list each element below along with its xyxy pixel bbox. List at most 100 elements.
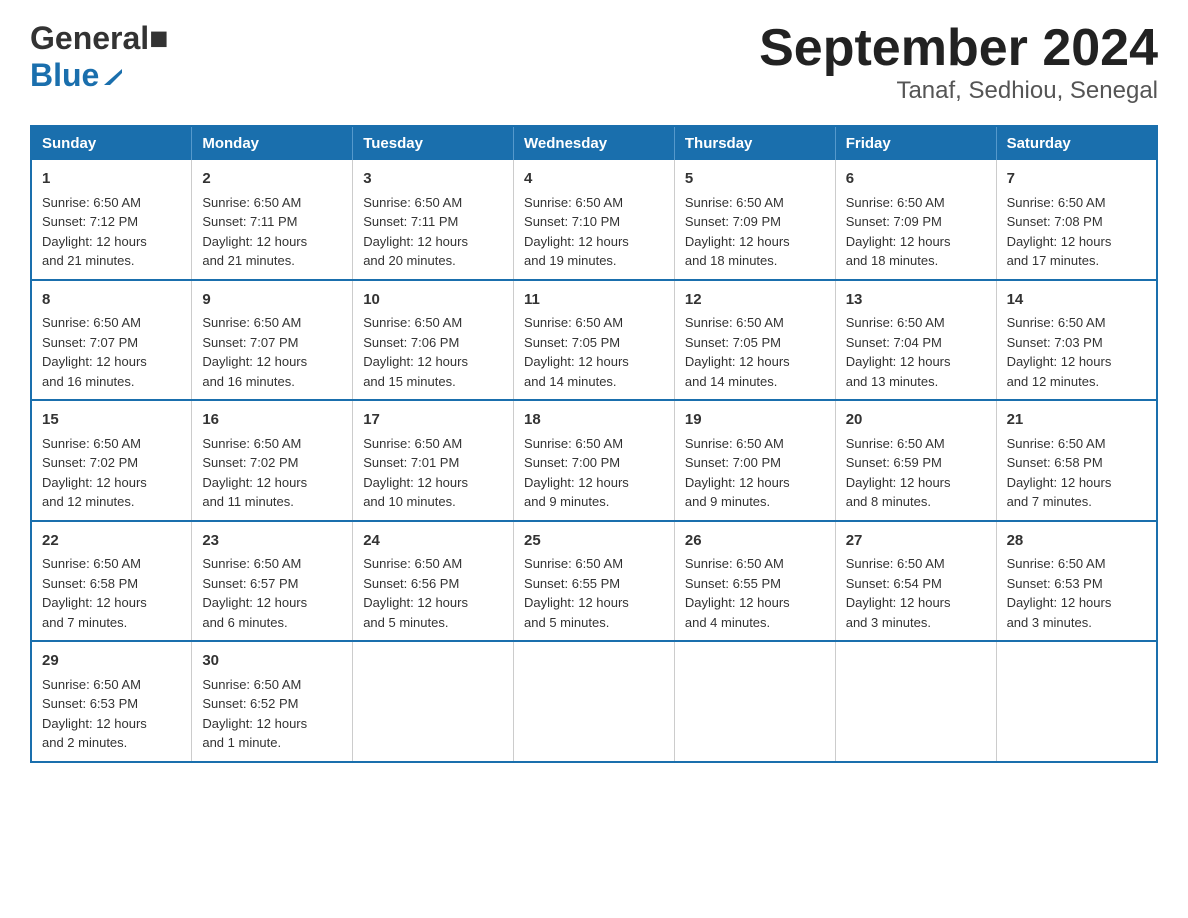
sunset-label: Sunset: 6:56 PM bbox=[363, 576, 459, 591]
sunrise-label: Sunrise: 6:50 AM bbox=[202, 315, 301, 330]
sunrise-label: Sunrise: 6:50 AM bbox=[524, 195, 623, 210]
daylight-label: Daylight: 12 hoursand 3 minutes. bbox=[846, 595, 951, 630]
daylight-label: Daylight: 12 hoursand 14 minutes. bbox=[685, 354, 790, 389]
day-number: 17 bbox=[363, 409, 503, 432]
day-number: 16 bbox=[202, 409, 342, 432]
sunset-label: Sunset: 7:05 PM bbox=[685, 335, 781, 350]
sunset-label: Sunset: 7:10 PM bbox=[524, 214, 620, 229]
sunrise-label: Sunrise: 6:50 AM bbox=[363, 556, 462, 571]
page-header: General■ Blue September 2024 Tanaf, Sedh… bbox=[30, 20, 1158, 105]
daylight-label: Daylight: 12 hoursand 5 minutes. bbox=[524, 595, 629, 630]
day-number: 11 bbox=[524, 289, 664, 312]
calendar-week-row: 8 Sunrise: 6:50 AM Sunset: 7:07 PM Daylight… bbox=[31, 280, 1157, 401]
calendar-cell: 19Sunrise: 6:50 AMSunset: 7:00 PMDayligh… bbox=[674, 400, 835, 521]
sunrise-label: Sunrise: 6:50 AM bbox=[42, 436, 141, 451]
col-header-wednesday: Wednesday bbox=[514, 126, 675, 160]
col-header-saturday: Saturday bbox=[996, 126, 1157, 160]
daylight-label: Daylight: 12 hoursand 9 minutes. bbox=[524, 475, 629, 510]
day-number: 4 bbox=[524, 168, 664, 191]
sunrise-label: Sunrise: 6:50 AM bbox=[846, 436, 945, 451]
sunrise-label: Sunrise: 6:50 AM bbox=[363, 436, 462, 451]
calendar-cell: 8Sunrise: 6:50 AMSunset: 7:07 PMDaylight… bbox=[31, 280, 192, 401]
calendar-cell: 16 Sunrise: 6:50 AM Sunset: 7:02 PM Dayligh… bbox=[192, 400, 353, 521]
day-number: 14 bbox=[1007, 289, 1146, 312]
sunrise-label: Sunrise: 6:50 AM bbox=[42, 556, 141, 571]
calendar-cell: 25Sunrise: 6:50 AMSunset: 6:55 PMDayligh… bbox=[514, 521, 675, 642]
day-number: 26 bbox=[685, 530, 825, 553]
daylight-label: Daylight: 12 hoursand 14 minutes. bbox=[524, 354, 629, 389]
sunrise-label: Sunrise: 6:50 AM bbox=[524, 315, 623, 330]
day-number: 7 bbox=[1007, 168, 1146, 191]
col-header-monday: Monday bbox=[192, 126, 353, 160]
daylight-label: Daylight: 12 hoursand 20 minutes. bbox=[363, 234, 468, 269]
sunset-label: Sunset: 6:53 PM bbox=[42, 696, 138, 711]
calendar-cell: 1Sunrise: 6:50 AMSunset: 7:12 PMDaylight… bbox=[31, 160, 192, 280]
sunrise-label: Sunrise: 6:50 AM bbox=[685, 195, 784, 210]
daylight-label: Daylight: 12 hoursand 1 minute. bbox=[202, 716, 307, 751]
calendar-cell: 7Sunrise: 6:50 AMSunset: 7:08 PMDaylight… bbox=[996, 160, 1157, 280]
sunrise-label: Sunrise: 6:50 AM bbox=[1007, 315, 1106, 330]
col-header-friday: Friday bbox=[835, 126, 996, 160]
sunset-label: Sunset: 7:00 PM bbox=[685, 455, 781, 470]
sunrise-label: Sunrise: 6:50 AM bbox=[42, 195, 141, 210]
calendar-cell: 2Sunrise: 6:50 AMSunset: 7:11 PMDaylight… bbox=[192, 160, 353, 280]
sunrise-label: Sunrise: 6:50 AM bbox=[846, 315, 945, 330]
calendar-cell bbox=[996, 641, 1157, 762]
day-number: 19 bbox=[685, 409, 825, 432]
sunset-label: Sunset: 7:11 PM bbox=[202, 214, 297, 229]
calendar-cell: 6Sunrise: 6:50 AMSunset: 7:09 PMDaylight… bbox=[835, 160, 996, 280]
daylight-label: Daylight: 12 hoursand 16 minutes. bbox=[202, 354, 307, 389]
sunset-label: Sunset: 7:03 PM bbox=[1007, 335, 1103, 350]
day-number: 6 bbox=[846, 168, 986, 191]
day-number: 23 bbox=[202, 530, 342, 553]
calendar-cell: 12Sunrise: 6:50 AMSunset: 7:05 PMDayligh… bbox=[674, 280, 835, 401]
sunset-label: Sunset: 7:06 PM bbox=[363, 335, 459, 350]
sunset-label: Sunset: 7:00 PM bbox=[524, 455, 620, 470]
col-header-thursday: Thursday bbox=[674, 126, 835, 160]
logo-general-text: General■ bbox=[30, 20, 169, 57]
sunrise-label: Sunrise: 6:50 AM bbox=[42, 315, 141, 330]
calendar-cell: 28Sunrise: 6:50 AMSunset: 6:53 PMDayligh… bbox=[996, 521, 1157, 642]
sunset-label: Sunset: 7:07 PM bbox=[42, 335, 138, 350]
day-number: 8 bbox=[42, 289, 181, 312]
calendar-cell: 29Sunrise: 6:50 AMSunset: 6:53 PMDayligh… bbox=[31, 641, 192, 762]
day-number: 18 bbox=[524, 409, 664, 432]
day-number: 30 bbox=[202, 650, 342, 673]
calendar-cell: 23Sunrise: 6:50 AMSunset: 6:57 PMDayligh… bbox=[192, 521, 353, 642]
sunrise-label: Sunrise: 6:50 AM bbox=[846, 556, 945, 571]
sunrise-label: Sunrise: 6:50 AM bbox=[1007, 556, 1106, 571]
daylight-label: Daylight: 12 hoursand 13 minutes. bbox=[846, 354, 951, 389]
sunset-label: Sunset: 7:04 PM bbox=[846, 335, 942, 350]
sunset-label: Sunset: 7:02 PM bbox=[202, 455, 298, 470]
day-number: 27 bbox=[846, 530, 986, 553]
logo-blue-row: Blue bbox=[30, 57, 124, 94]
sunrise-label: Sunrise: 6:50 AM bbox=[524, 556, 623, 571]
sunrise-label: Sunrise: 6:50 AM bbox=[42, 677, 141, 692]
daylight-label: Daylight: 12 hoursand 15 minutes. bbox=[363, 354, 468, 389]
day-number: 15 bbox=[42, 409, 181, 432]
calendar-cell bbox=[835, 641, 996, 762]
calendar-cell: 14 Sunrise: 6:50 AM Sunset: 7:03 PM Dayligh… bbox=[996, 280, 1157, 401]
day-number: 28 bbox=[1007, 530, 1146, 553]
calendar-week-row: 15 Sunrise: 6:50 AM Sunset: 7:02 PM Dayligh… bbox=[31, 400, 1157, 521]
calendar-cell bbox=[674, 641, 835, 762]
logo: General■ Blue bbox=[30, 20, 169, 94]
calendar-cell bbox=[353, 641, 514, 762]
sunrise-label: Sunrise: 6:50 AM bbox=[202, 436, 301, 451]
sunrise-label: Sunrise: 6:50 AM bbox=[202, 556, 301, 571]
month-title: September 2024 bbox=[759, 20, 1158, 77]
daylight-label: Daylight: 12 hoursand 12 minutes. bbox=[1007, 354, 1112, 389]
sunset-label: Sunset: 6:55 PM bbox=[685, 576, 781, 591]
day-number: 21 bbox=[1007, 409, 1146, 432]
calendar-week-row: 22Sunrise: 6:50 AMSunset: 6:58 PMDayligh… bbox=[31, 521, 1157, 642]
calendar-cell: 10Sunrise: 6:50 AMSunset: 7:06 PMDayligh… bbox=[353, 280, 514, 401]
daylight-label: Daylight: 12 hoursand 21 minutes. bbox=[42, 234, 147, 269]
daylight-label: Daylight: 12 hoursand 11 minutes. bbox=[202, 475, 307, 510]
sunset-label: Sunset: 7:09 PM bbox=[846, 214, 942, 229]
sunrise-label: Sunrise: 6:50 AM bbox=[524, 436, 623, 451]
calendar-week-row: 29Sunrise: 6:50 AMSunset: 6:53 PMDayligh… bbox=[31, 641, 1157, 762]
sunset-label: Sunset: 6:54 PM bbox=[846, 576, 942, 591]
calendar-cell: 30Sunrise: 6:50 AMSunset: 6:52 PMDayligh… bbox=[192, 641, 353, 762]
calendar-cell: 9Sunrise: 6:50 AMSunset: 7:07 PMDaylight… bbox=[192, 280, 353, 401]
daylight-label: Daylight: 12 hoursand 4 minutes. bbox=[685, 595, 790, 630]
